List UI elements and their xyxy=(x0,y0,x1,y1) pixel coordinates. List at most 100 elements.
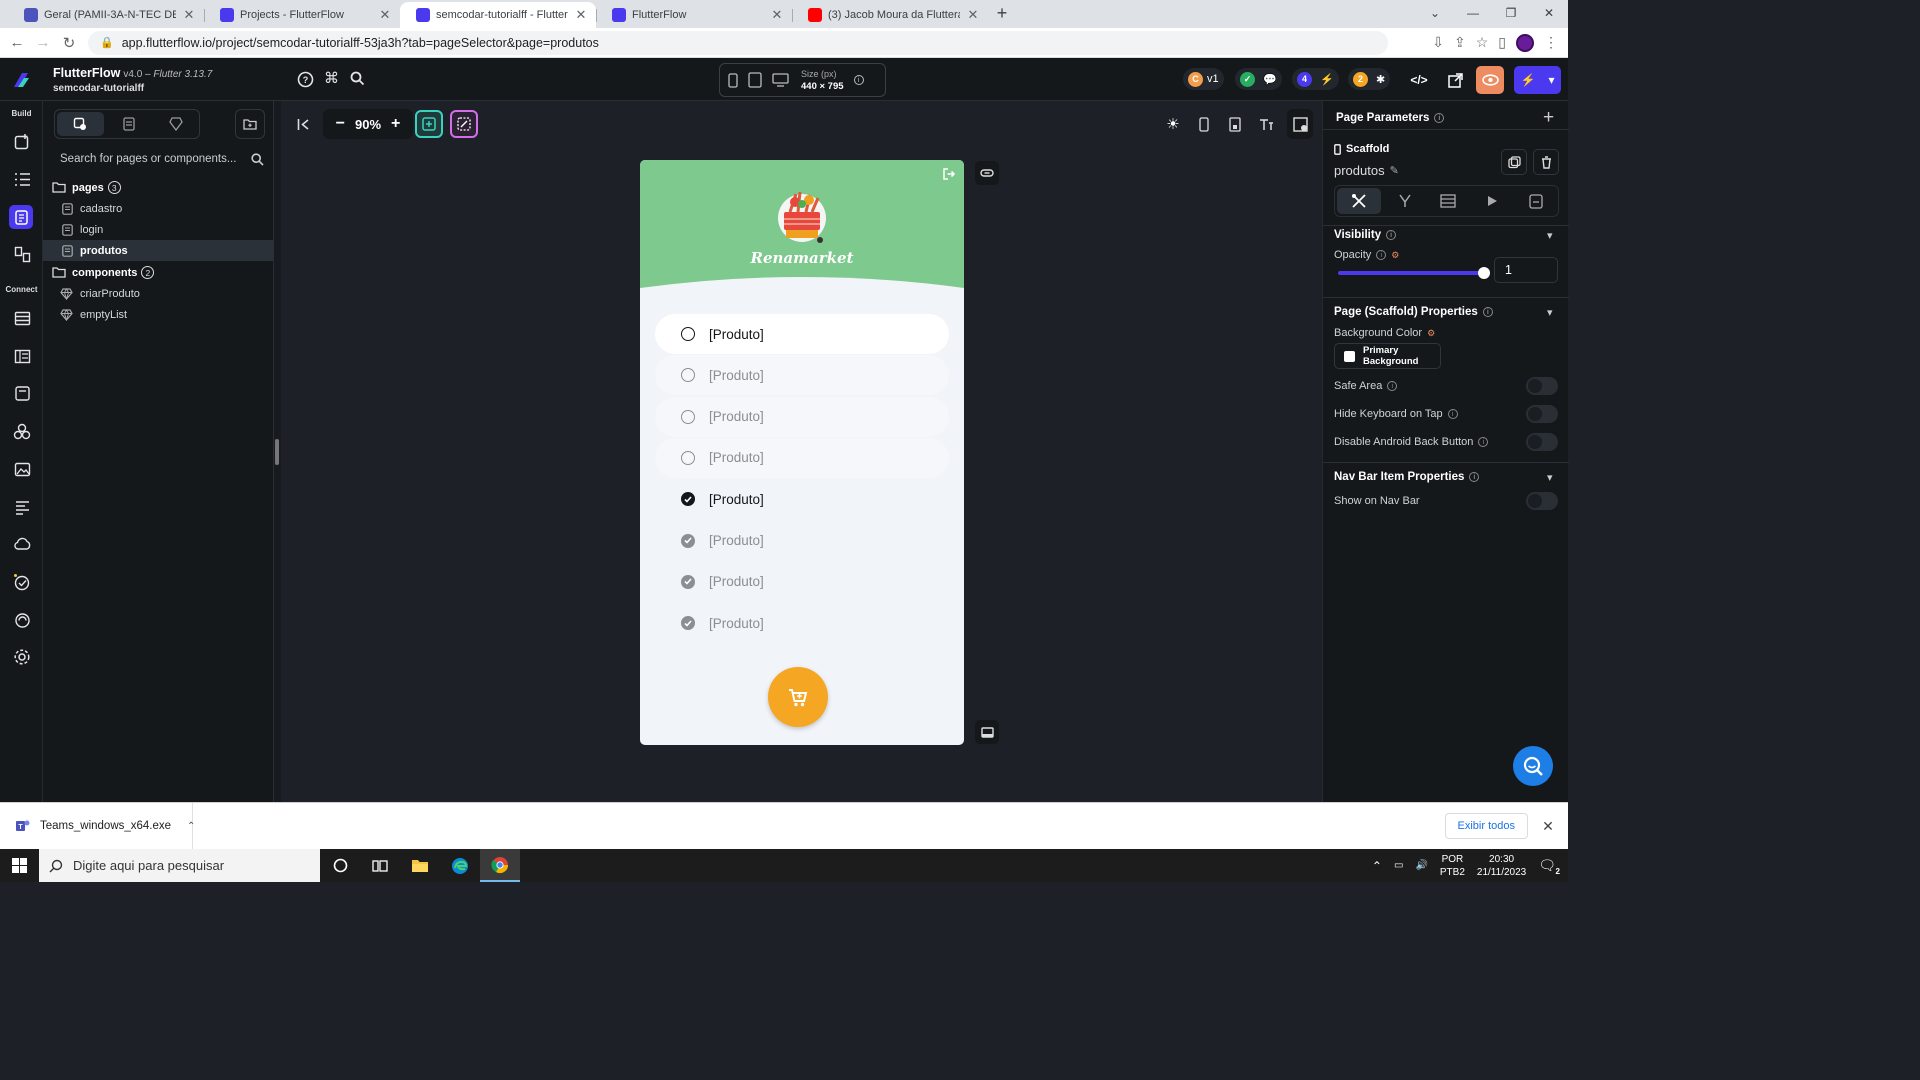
page-grid-icon[interactable] xyxy=(106,110,153,138)
preview-eye-icon[interactable] xyxy=(1476,66,1504,94)
taskbar-search-input[interactable]: Digite aqui para pesquisar xyxy=(39,849,320,882)
tab-animations-icon[interactable] xyxy=(1470,186,1514,216)
site-info-icon[interactable]: 🔒 xyxy=(100,36,114,49)
product-list-item[interactable]: [Produto] xyxy=(655,562,949,602)
share-icon[interactable]: ⇪ xyxy=(1454,34,1466,51)
add-to-cart-button[interactable] xyxy=(768,667,828,727)
edit-pencil-icon[interactable]: ✎ xyxy=(1390,164,1399,177)
code-view-icon[interactable]: </> xyxy=(1405,66,1433,94)
tab-page-params-icon[interactable] xyxy=(1514,186,1558,216)
clock[interactable]: 20:30 21/11/2023 xyxy=(1477,853,1526,879)
cortana-icon[interactable] xyxy=(320,849,360,882)
file-explorer-icon[interactable] xyxy=(400,849,440,882)
bg-color-picker[interactable]: Primary Background xyxy=(1334,343,1441,369)
issues-button[interactable]: 4 ⚡ xyxy=(1292,68,1339,90)
info-icon[interactable]: i xyxy=(1482,307,1493,317)
delete-trash-icon[interactable] xyxy=(1533,149,1559,175)
browser-tab[interactable]: Projects - FlutterFlow ✕ xyxy=(204,2,400,28)
product-list-item[interactable]: [Produto] xyxy=(655,479,949,519)
phone-preview-icon[interactable] xyxy=(1192,109,1216,139)
slider-thumb[interactable] xyxy=(1478,267,1490,279)
info-icon[interactable]: i xyxy=(1434,113,1445,123)
command-palette-icon[interactable]: ⌘ xyxy=(324,69,339,87)
unchecked-circle-icon[interactable] xyxy=(681,368,695,383)
product-list-item[interactable]: [Produto] xyxy=(655,437,949,478)
desktop-device-icon[interactable] xyxy=(772,73,789,87)
info-icon[interactable]: i xyxy=(1469,472,1480,482)
unchecked-circle-icon[interactable] xyxy=(681,327,695,341)
duplicate-icon[interactable] xyxy=(1501,149,1527,175)
phone-device-icon[interactable] xyxy=(728,72,738,88)
chevron-down-icon[interactable]: ▾ xyxy=(1547,471,1553,484)
tablet-device-icon[interactable] xyxy=(748,72,762,88)
product-list-item[interactable]: [Produto] xyxy=(655,355,949,396)
zoom-in-button[interactable]: + xyxy=(391,115,400,133)
edge-browser-icon[interactable] xyxy=(440,849,480,882)
reload-button[interactable]: ↻ xyxy=(56,34,82,52)
widget-tree-icon[interactable] xyxy=(11,168,33,190)
layout-settings-icon[interactable] xyxy=(1287,109,1313,139)
resize-grip[interactable] xyxy=(275,439,279,465)
info-icon[interactable]: i xyxy=(1386,230,1397,240)
set-from-variable-icon[interactable]: ⚙ xyxy=(1427,328,1435,339)
network-icon[interactable]: ▭ xyxy=(1394,860,1403,871)
set-from-variable-icon[interactable]: ⚙ xyxy=(1391,250,1399,261)
browser-tab[interactable]: semcodar-tutorialff - FlutterFlow ✕ xyxy=(400,2,596,28)
chevron-down-icon[interactable]: ▾ xyxy=(1547,229,1553,242)
browser-tab[interactable]: Geral (PAMII-3A-N-TEC DESENVOLVIMENTO ✕ xyxy=(8,2,204,28)
version-button[interactable]: Cv1 xyxy=(1183,68,1224,90)
cloud-functions-icon[interactable] xyxy=(11,533,33,555)
page-item[interactable]: produtos xyxy=(43,240,273,261)
safe-area-toggle[interactable] xyxy=(1526,377,1558,395)
search-icon[interactable] xyxy=(251,152,264,166)
navbar-section[interactable]: Nav Bar Item Properties i xyxy=(1334,471,1480,483)
light-mode-icon[interactable]: ☀ xyxy=(1161,109,1185,139)
storyboard-icon[interactable] xyxy=(11,243,33,265)
close-tab-icon[interactable]: ✕ xyxy=(574,7,588,23)
maximize-button[interactable]: ❐ xyxy=(1492,0,1530,26)
checks-button[interactable]: ✓ 💬 xyxy=(1235,68,1282,90)
profile-avatar[interactable] xyxy=(1516,33,1534,52)
close-tab-icon[interactable]: ✕ xyxy=(966,7,980,23)
side-panel-icon[interactable]: ▯ xyxy=(1498,34,1506,51)
language-indicator[interactable]: POR PTB2 xyxy=(1440,853,1465,879)
page-search-input[interactable]: Search for pages or components... xyxy=(54,147,264,171)
tab-search-icon[interactable]: ⌄ xyxy=(1416,0,1454,26)
add-folder-button[interactable] xyxy=(235,109,265,139)
page-selector-icon[interactable] xyxy=(9,205,33,229)
custom-code-icon[interactable] xyxy=(11,496,33,518)
browser-tab[interactable]: FlutterFlow ✕ xyxy=(596,2,792,28)
media-assets-icon[interactable] xyxy=(11,458,33,480)
checked-circle-icon[interactable] xyxy=(681,492,695,507)
notifications-icon[interactable]: 🗨 2 xyxy=(1538,857,1560,876)
chevron-down-icon[interactable]: ▾ xyxy=(1547,306,1553,319)
add-widget-icon[interactable] xyxy=(415,110,443,138)
chrome-menu-icon[interactable]: ⋮ xyxy=(1544,34,1558,51)
checked-circle-icon[interactable] xyxy=(681,616,695,631)
bugs-button[interactable]: 2 ✱ xyxy=(1348,68,1391,90)
download-item[interactable]: T Teams_windows_x64.exe ⌃ xyxy=(0,802,195,850)
close-download-bar-icon[interactable]: ✕ xyxy=(1528,818,1568,835)
collapse-panel-icon[interactable] xyxy=(291,109,315,139)
ai-gen-icon[interactable] xyxy=(450,110,478,138)
page-item[interactable]: login xyxy=(43,219,273,240)
info-icon[interactable]: i xyxy=(1387,381,1398,391)
pages-folder[interactable]: pages 3 xyxy=(43,177,273,198)
browser-tab[interactable]: (3) Jacob Moura da Flutterando - YouTube… xyxy=(792,2,988,28)
opacity-input[interactable]: 1 xyxy=(1494,257,1558,283)
theme-icon[interactable] xyxy=(11,420,33,442)
visibility-section[interactable]: Visibility i xyxy=(1334,229,1397,241)
firestore-icon[interactable] xyxy=(11,307,33,329)
disable-back-toggle[interactable] xyxy=(1526,433,1558,451)
show-hidden-icons-icon[interactable]: ⌃ xyxy=(1372,859,1382,873)
hide-keyboard-toggle[interactable] xyxy=(1526,405,1558,423)
close-tab-icon[interactable]: ✕ xyxy=(182,7,196,23)
link-icon[interactable] xyxy=(975,161,999,185)
install-app-icon[interactable]: ⇩ xyxy=(1432,34,1444,51)
checked-circle-icon[interactable] xyxy=(681,574,695,589)
product-list-item[interactable]: [Produto] xyxy=(655,314,949,354)
open-new-window-icon[interactable] xyxy=(1441,66,1469,94)
app-state-icon[interactable] xyxy=(11,382,33,404)
show-all-downloads-button[interactable]: Exibir todos xyxy=(1444,813,1528,839)
widget-palette-icon[interactable] xyxy=(11,130,33,152)
